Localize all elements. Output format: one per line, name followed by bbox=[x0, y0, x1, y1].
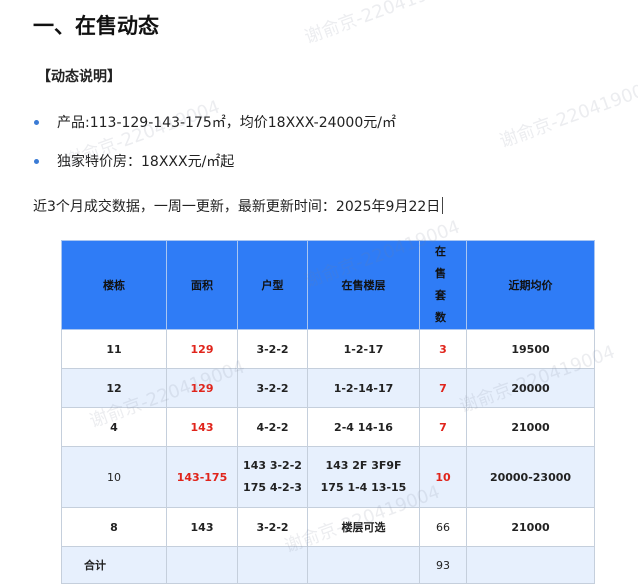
table-row: 12 129 3-2-2 1-2-14-17 7 20000 bbox=[61, 368, 595, 408]
cell-floors-line: 175 1-4 13-15 bbox=[320, 481, 407, 494]
text-cursor bbox=[442, 197, 444, 214]
cell-total-label: 合计 bbox=[61, 546, 167, 584]
cell-total-units: 93 bbox=[419, 546, 467, 584]
cell-area: 129 bbox=[166, 329, 238, 369]
cell-building: 10 bbox=[61, 446, 167, 508]
table-header-row: 楼栋 面积 户型 在售楼层 在 售 套 数 近期均价 bbox=[61, 240, 595, 330]
update-note-text: 近3个月成交数据，一周一更新，最新更新时间：2025年9月22日 bbox=[33, 199, 441, 215]
cell-floors: 2-4 14-16 bbox=[307, 407, 420, 447]
cell-units: 7 bbox=[419, 368, 467, 408]
header-building: 楼栋 bbox=[61, 240, 167, 330]
cell-layout: 143 3-2-2 175 4-2-3 bbox=[237, 446, 308, 508]
cell-empty bbox=[466, 546, 595, 584]
cell-floors: 1-2-14-17 bbox=[307, 368, 420, 408]
bullet-dot-icon bbox=[34, 158, 39, 164]
cell-floors-line: 143 2F 3F9F bbox=[325, 459, 402, 472]
cell-area: 129 bbox=[166, 368, 238, 408]
cell-empty bbox=[237, 546, 308, 584]
cell-price: 20000-23000 bbox=[466, 446, 595, 508]
cell-price: 21000 bbox=[466, 507, 595, 547]
bullet-item: 产品:113-129-143-175㎡，均价18XXX-24000元/㎡ bbox=[34, 112, 396, 132]
cell-units: 10 bbox=[419, 446, 467, 508]
sales-table: 楼栋 面积 户型 在售楼层 在 售 套 数 近期均价 11 129 3-2-2 … bbox=[61, 240, 595, 584]
bullet-dot-icon bbox=[34, 119, 39, 125]
watermark: 谢俞京-220419004 bbox=[301, 0, 463, 49]
cell-floors: 1-2-17 bbox=[307, 329, 420, 369]
header-area: 面积 bbox=[166, 240, 238, 330]
cell-units: 66 bbox=[419, 507, 467, 547]
header-units: 在 售 套 数 bbox=[419, 240, 467, 330]
table-row: 8 143 3-2-2 楼层可选 66 21000 bbox=[61, 507, 595, 547]
cell-area: 143-175 bbox=[166, 446, 238, 508]
page-title: 一、在售动态 bbox=[33, 14, 159, 38]
cell-building: 12 bbox=[61, 368, 167, 408]
header-price: 近期均价 bbox=[466, 240, 595, 330]
cell-building: 4 bbox=[61, 407, 167, 447]
cell-floors: 楼层可选 bbox=[307, 507, 420, 547]
header-floors: 在售楼层 bbox=[307, 240, 420, 330]
table-row: 11 129 3-2-2 1-2-17 3 19500 bbox=[61, 329, 595, 369]
section-label: 【动态说明】 bbox=[37, 69, 121, 85]
cell-layout-line: 143 3-2-2 bbox=[243, 459, 302, 472]
bullet-text: 独家特价房：18XXX元/㎡起 bbox=[57, 154, 235, 170]
header-units-line1: 在 售 bbox=[435, 245, 451, 280]
cell-units: 7 bbox=[419, 407, 467, 447]
cell-area: 143 bbox=[166, 407, 238, 447]
cell-empty bbox=[166, 546, 238, 584]
table-row: 10 143-175 143 3-2-2 175 4-2-3 143 2F 3F… bbox=[61, 446, 595, 508]
header-units-line2: 套 数 bbox=[435, 289, 451, 324]
cell-area: 143 bbox=[166, 507, 238, 547]
cell-floors: 143 2F 3F9F 175 1-4 13-15 bbox=[307, 446, 420, 508]
table-total-row: 合计 93 bbox=[61, 546, 595, 584]
cell-price: 20000 bbox=[466, 368, 595, 408]
cell-building: 11 bbox=[61, 329, 167, 369]
cell-layout: 3-2-2 bbox=[237, 507, 308, 547]
header-layout: 户型 bbox=[237, 240, 308, 330]
update-note[interactable]: 近3个月成交数据，一周一更新，最新更新时间：2025年9月22日 bbox=[33, 196, 444, 216]
cell-units: 3 bbox=[419, 329, 467, 369]
table-row: 4 143 4-2-2 2-4 14-16 7 21000 bbox=[61, 407, 595, 447]
cell-building: 8 bbox=[61, 507, 167, 547]
cell-layout: 3-2-2 bbox=[237, 329, 308, 369]
bullet-text: 产品:113-129-143-175㎡，均价18XXX-24000元/㎡ bbox=[57, 115, 396, 131]
cell-layout-line: 175 4-2-3 bbox=[243, 481, 302, 494]
cell-price: 21000 bbox=[466, 407, 595, 447]
bullet-item: 独家特价房：18XXX元/㎡起 bbox=[34, 151, 234, 171]
watermark: 谢俞京-220419004 bbox=[496, 76, 638, 153]
cell-layout: 4-2-2 bbox=[237, 407, 308, 447]
cell-price: 19500 bbox=[466, 329, 595, 369]
cell-empty bbox=[307, 546, 420, 584]
cell-layout: 3-2-2 bbox=[237, 368, 308, 408]
